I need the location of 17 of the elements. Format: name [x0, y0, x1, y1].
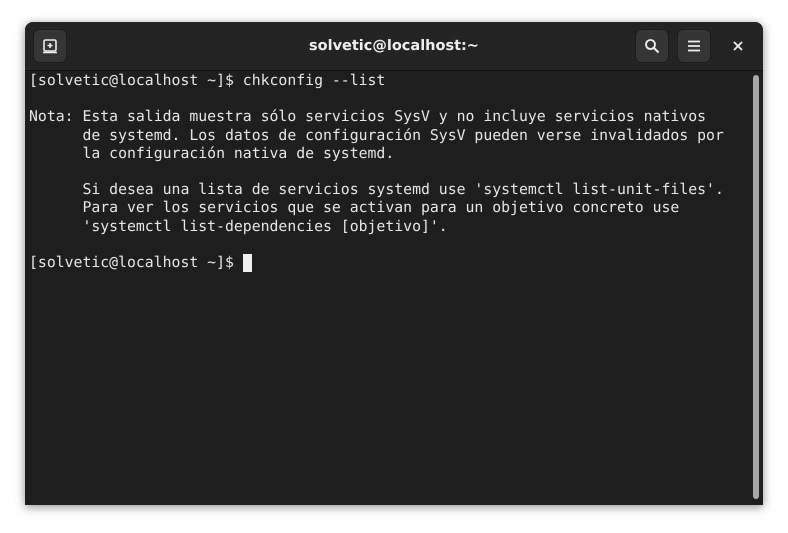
- terminal-line: la configuración nativa de systemd.: [81, 144, 394, 163]
- terminal-line: 'systemctl list-dependencies [objetivo]'.: [81, 218, 448, 236]
- terminal-line: Nota: Esta salida muestra sólo servicios SysV y no incluye servicios nativos: [29, 108, 706, 127]
- terminal-line: [solvetic@localhost ~]$: [29, 254, 235, 272]
- menu-icon: [687, 40, 701, 52]
- window-title: solvetic@localhost:~: [309, 38, 479, 54]
- new-tab-button[interactable]: [33, 29, 67, 63]
- close-icon: [733, 41, 743, 51]
- search-button[interactable]: [635, 29, 669, 63]
- terminal-line: de systemd. Los datos de configuración SysV pueden verse invalidados por: [81, 126, 724, 145]
- scrollbar[interactable]: [753, 75, 759, 499]
- terminal-line: [solvetic@localhost ~]$ chkconfig --list: [29, 72, 386, 90]
- menu-button[interactable]: [677, 29, 711, 63]
- terminal-line: Si desea una lista de servicios systemd use 'systemctl list-unit-files'.: [81, 181, 724, 200]
- new-tab-icon: [42, 38, 58, 54]
- search-icon: [644, 38, 660, 54]
- terminal-line: Para ver los servicios que se activan para un objetivo concreto use: [81, 199, 680, 218]
